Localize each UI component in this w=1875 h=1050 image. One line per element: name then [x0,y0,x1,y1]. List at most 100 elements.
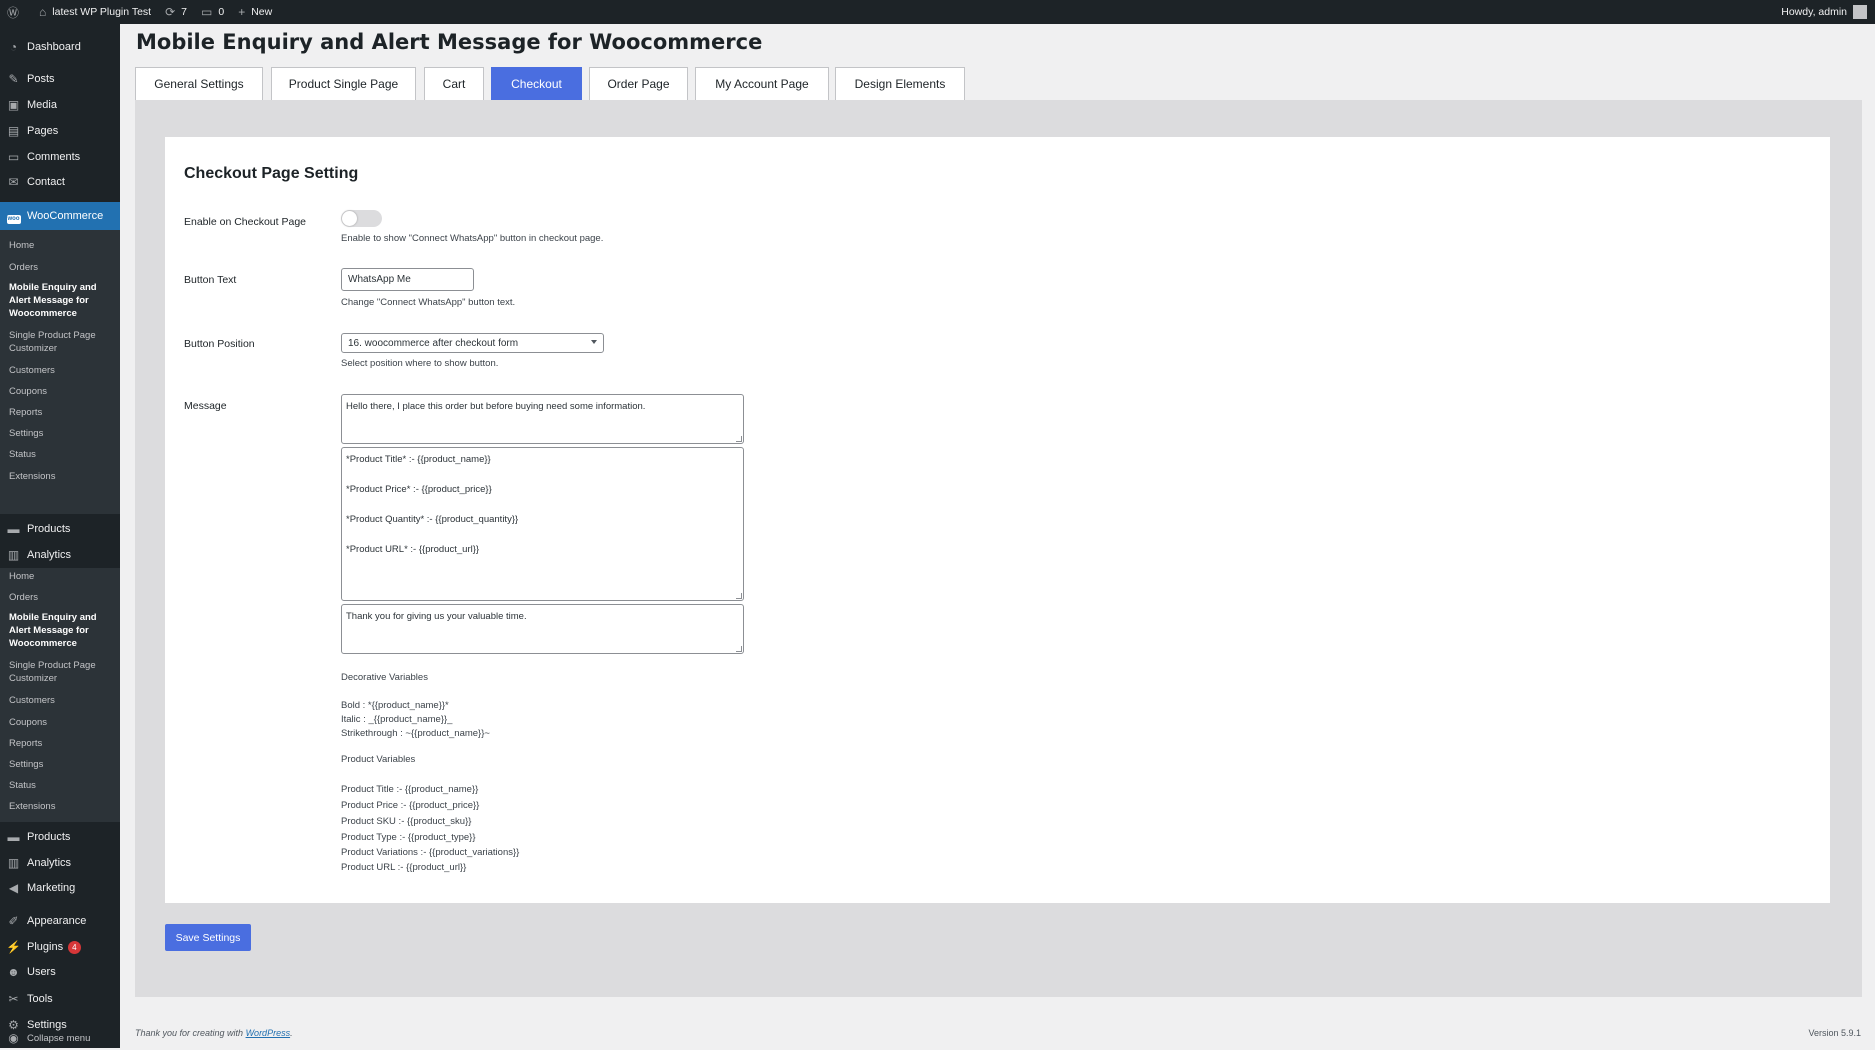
plugins-update-badge: 4 [68,940,81,954]
enable-checkout-description: Enable to show "Connect WhatsApp" button… [341,233,604,244]
flyout-item-single-product-customizer[interactable]: Single Product Page Customizer [9,659,115,685]
sidebar-item-plugins[interactable]: ⚡ Plugins 4 [0,934,120,960]
new-content-link[interactable]: + New [231,0,279,24]
resize-grip-icon[interactable] [736,436,742,442]
enable-checkout-toggle[interactable] [341,210,382,227]
wordpress-link[interactable]: WordPress [246,1028,291,1038]
home-icon: ⌂ [39,5,47,19]
submenu-item-single-product-customizer[interactable]: Single Product Page Customizer [9,329,115,355]
enable-checkout-label: Enable on Checkout Page [184,216,307,228]
product-variable-url: Product URL :- {{product_url}} [341,862,467,873]
button-position-description: Select position where to show button. [341,358,499,369]
sidebar-item-users[interactable]: ☻ Users [0,959,120,985]
product-variable-title: Product Title :- {{product_name}} [341,784,479,795]
admin-bar: Ⓦ ⌂ latest WP Plugin Test ⟳ 7 ▭ 0 + New Howd… [0,0,1875,24]
sidebar-item-media[interactable]: ▣ Media [0,92,120,118]
sidebar-item-analytics[interactable]: ▥ Analytics [0,542,120,568]
submenu-item-customers[interactable]: Customers [9,364,115,377]
resize-grip-icon[interactable] [736,593,742,599]
message-header-textarea[interactable]: Hello there, I place this order but befo… [341,394,744,444]
dashboard-icon: ◔ [9,40,18,54]
button-text-description: Change "Connect WhatsApp" button text. [341,297,516,308]
sidebar-item-products[interactable]: ▬ Products [0,516,120,542]
sidebar-item-dashboard[interactable]: ◔ Dashboard [0,34,120,60]
sidebar-item-marketing[interactable]: ◀ Marketing [0,875,120,901]
decorative-variables-title: Decorative Variables [341,672,428,683]
comment-icon: ▭ [201,5,213,19]
submenu-item-settings[interactable]: Settings [9,427,115,440]
submenu-item-status[interactable]: Status [9,448,115,461]
wp-logo-menu[interactable]: Ⓦ [0,0,32,24]
flyout-item-status[interactable]: Status [9,779,115,792]
tab-my-account-page[interactable]: My Account Page [695,67,829,100]
archive-icon: ▬ [7,830,20,844]
resize-grip-icon[interactable] [736,646,742,652]
sidebar-item-pages[interactable]: ▤ Pages [0,118,120,144]
submenu-item-mobile-enquiry[interactable]: Mobile Enquiry and Alert Message for Woo… [9,281,115,320]
tab-design-elements[interactable]: Design Elements [835,67,965,100]
updates-icon: ⟳ [165,5,176,19]
chevron-down-icon [591,340,597,344]
tab-checkout[interactable]: Checkout [491,67,582,100]
sidebar-item-tools[interactable]: ✂ Tools [0,986,120,1012]
avatar [1853,5,1867,19]
message-label: Message [184,400,227,412]
comments-link[interactable]: ▭ 0 [194,0,231,24]
section-title: Checkout Page Setting [184,165,359,182]
submenu-item-home[interactable]: Home [9,239,115,252]
site-name-link[interactable]: ⌂ latest WP Plugin Test [32,0,158,24]
flyout-submenu: Home Orders Mobile Enquiry and Alert Mes… [0,568,120,822]
flyout-item-mobile-enquiry[interactable]: Mobile Enquiry and Alert Message for Woo… [9,611,115,650]
button-position-select[interactable]: 16. woocommerce after checkout form [341,333,604,353]
sidebar-item-comments[interactable]: ▭ Comments [0,144,120,170]
paintbrush-icon: ✐ [8,914,19,928]
message-body-textarea[interactable]: *Product Title* :- {{product_name}} *Pro… [341,447,744,601]
wrench-icon: ✂ [8,992,19,1006]
updates-link[interactable]: ⟳ 7 [158,0,194,24]
submenu-item-reports[interactable]: Reports [9,406,115,419]
users-icon: ☻ [7,965,20,979]
flyout-item-home[interactable]: Home [9,570,115,583]
toggle-knob [342,211,357,226]
account-menu[interactable]: Howdy, admin [1781,0,1867,24]
flyout-item-customers[interactable]: Customers [9,694,115,707]
tab-order-page[interactable]: Order Page [589,67,688,100]
chart-bar-icon: ▥ [7,548,20,562]
product-variable-price: Product Price :- {{product_price}} [341,800,480,811]
button-text-input[interactable] [341,268,474,291]
pages-icon: ▤ [7,124,20,138]
flyout-item-extensions[interactable]: Extensions [9,800,115,813]
save-settings-button[interactable]: Save Settings [165,924,251,951]
sidebar-item-products-2[interactable]: ▬ Products [0,824,120,850]
tab-cart[interactable]: Cart [424,67,484,100]
tab-product-single-page[interactable]: Product Single Page [271,67,416,100]
woocommerce-icon: woo [6,214,21,224]
sidebar-item-woocommerce[interactable]: woo WooCommerce [0,202,120,230]
button-text-label: Button Text [184,274,237,286]
flyout-item-settings[interactable]: Settings [9,758,115,771]
tab-general-settings[interactable]: General Settings [135,67,263,100]
page-title: Mobile Enquiry and Alert Message for Woo… [136,30,763,54]
sidebar-item-analytics-2[interactable]: ▥ Analytics [0,850,120,876]
plus-icon: + [238,5,246,19]
sidebar-item-contact[interactable]: ✉ Contact [0,169,120,195]
flyout-item-orders[interactable]: Orders [9,591,115,604]
media-icon: ▣ [7,98,20,112]
flyout-item-reports[interactable]: Reports [9,737,115,750]
archive-icon: ▬ [7,522,20,536]
chart-bar-icon: ▥ [7,856,20,870]
submenu-item-coupons[interactable]: Coupons [9,385,115,398]
flyout-item-coupons[interactable]: Coupons [9,716,115,729]
footer-credit: Thank you for creating with WordPress. [135,1028,293,1038]
message-footer-textarea[interactable]: Thank you for giving us your valuable ti… [341,604,744,654]
product-variable-type: Product Type :- {{product_type}} [341,832,476,843]
submenu-item-extensions[interactable]: Extensions [9,470,115,483]
sidebar-item-appearance[interactable]: ✐ Appearance [0,908,120,934]
submenu-item-orders[interactable]: Orders [9,261,115,274]
decorative-variable-strikethrough: Strikethrough : ~{{product_name}}~ [341,728,490,739]
button-position-label: Button Position [184,338,255,350]
product-variables-title: Product Variables [341,754,416,765]
sidebar-item-posts[interactable]: ✎ Posts [0,66,120,92]
collapse-menu-button[interactable]: ◉ Collapse menu [0,1026,120,1050]
pin-icon: ✎ [8,72,19,86]
